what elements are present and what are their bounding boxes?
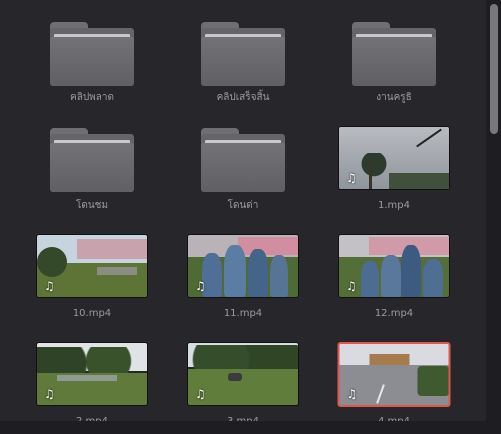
folder-label: โดนชม xyxy=(75,200,109,211)
video-thumbnail: ♫ xyxy=(187,234,299,298)
folder-label: งานครูธิ xyxy=(376,92,412,103)
folder-label: โดนด่า xyxy=(227,200,259,211)
music-note-icon: ♫ xyxy=(346,387,358,401)
video-tile[interactable]: ♫ 1.mp4 xyxy=(324,126,464,218)
video-thumbnail: ♫ xyxy=(36,234,148,298)
folder-icon xyxy=(50,22,134,86)
media-grid: คลิปพลาด คลิปเสร็จสิ้น งานครูธิ โดนชม โด… xyxy=(0,0,486,434)
scrollbar-thumb[interactable] xyxy=(490,4,498,134)
folder-icon xyxy=(352,22,436,86)
music-note-icon: ♫ xyxy=(44,387,55,401)
video-thumbnail: ♫ xyxy=(337,342,451,407)
video-tile[interactable]: ♫ 11.mp4 xyxy=(173,234,313,326)
folder-tile[interactable]: คลิปพลาด xyxy=(22,22,162,112)
video-tile[interactable]: ♫ 10.mp4 xyxy=(22,234,162,326)
video-label: 11.mp4 xyxy=(223,308,263,319)
video-label: 12.mp4 xyxy=(374,308,414,319)
bottom-bar xyxy=(0,421,486,434)
music-note-icon: ♫ xyxy=(44,279,55,293)
folder-tile[interactable]: โดนด่า xyxy=(173,128,313,218)
music-note-icon: ♫ xyxy=(195,279,206,293)
music-note-icon: ♫ xyxy=(346,279,357,293)
video-thumbnail: ♫ xyxy=(338,234,450,298)
folder-icon xyxy=(50,128,134,192)
video-label: 1.mp4 xyxy=(378,200,410,211)
video-tile[interactable]: ♫ 12.mp4 xyxy=(324,234,464,326)
folder-tile[interactable]: คลิปเสร็จสิ้น xyxy=(173,22,313,112)
music-note-icon: ♫ xyxy=(346,171,357,185)
folder-label: คลิปเสร็จสิ้น xyxy=(216,92,270,103)
folder-tile[interactable]: โดนชม xyxy=(22,128,162,218)
folder-icon xyxy=(201,22,285,86)
vertical-scrollbar[interactable] xyxy=(486,0,501,434)
folder-label: คลิปพลาด xyxy=(70,92,114,103)
video-label: 10.mp4 xyxy=(72,308,112,319)
folder-icon xyxy=(201,128,285,192)
video-thumbnail: ♫ xyxy=(187,342,299,406)
folder-tile[interactable]: งานครูธิ xyxy=(324,22,464,112)
video-thumbnail: ♫ xyxy=(36,342,148,406)
video-thumbnail: ♫ xyxy=(338,126,450,190)
music-note-icon: ♫ xyxy=(195,387,206,401)
